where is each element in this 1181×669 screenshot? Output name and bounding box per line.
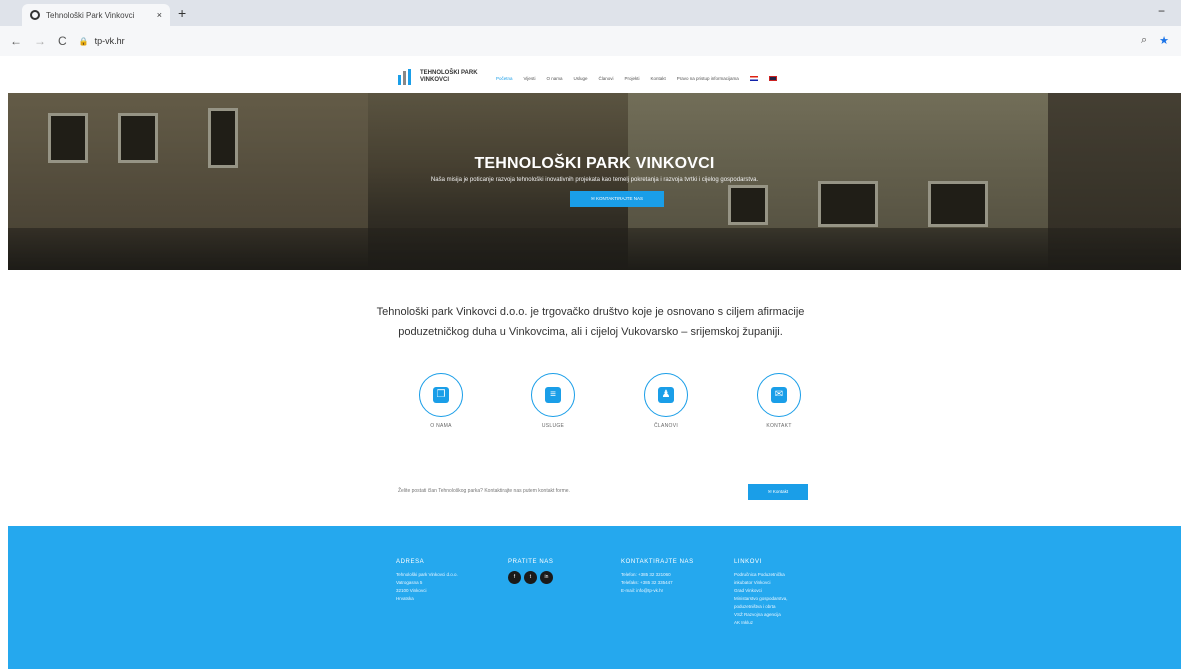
site-logo[interactable]: TEHNOLOŠKI PARK VINKOVCI bbox=[398, 69, 478, 85]
nav-item-kontakt[interactable]: Kontakt bbox=[651, 76, 666, 81]
footer-links: LINKOVI Područnica Poduzetnička inkubato… bbox=[734, 559, 788, 627]
footer-link[interactable]: Ministarstvo gospodarstva, bbox=[734, 595, 788, 603]
address-toolbar: ← → C 🔒 tp-vk.hr ⌕ ★ bbox=[0, 26, 1181, 56]
nav-item-usluge[interactable]: Usluge bbox=[573, 76, 587, 81]
facebook-icon[interactable]: f bbox=[508, 571, 521, 584]
feature-kontakt[interactable]: ✉ KONTAKT bbox=[739, 373, 819, 429]
feature-clanovi[interactable]: ♟ ČLANOVI bbox=[626, 373, 706, 429]
membership-contact-button[interactable]: ✉ Kontakt bbox=[748, 484, 808, 500]
footer-follow: PRATITE NAS f t in bbox=[508, 559, 554, 584]
hero-mission: Naša misija je poticanje razvoja tehnolo… bbox=[430, 177, 759, 183]
hero-title: TEHNOLOŠKI PARK VINKOVCI bbox=[474, 155, 715, 172]
intro-text: Tehnološki park Vinkovci d.o.o. je trgov… bbox=[0, 302, 1181, 342]
address-line: Hrvatska bbox=[396, 596, 414, 601]
browser-window: Tehnološki Park Vinkovci × + − ← → C 🔒 t… bbox=[0, 0, 1181, 669]
linkedin-icon[interactable]: in bbox=[540, 571, 553, 584]
minimize-button[interactable]: − bbox=[1158, 4, 1165, 18]
english-flag-icon[interactable] bbox=[768, 76, 777, 81]
site-footer: ADRESA Tehnološki park Vinkovci d.o.o. V… bbox=[8, 526, 1181, 669]
tab-title: Tehnološki Park Vinkovci bbox=[46, 10, 135, 20]
contact-email[interactable]: E-mail: info@tp-vk.hr bbox=[621, 587, 694, 595]
nav-item-pocetna[interactable]: Početna bbox=[496, 76, 513, 81]
tab-strip: Tehnološki Park Vinkovci × + − bbox=[0, 0, 1181, 26]
forward-button[interactable]: → bbox=[34, 34, 46, 48]
document-icon: ≡ bbox=[545, 387, 561, 403]
lock-icon: 🔒 bbox=[78, 36, 89, 46]
logo-line-1: TEHNOLOŠKI PARK bbox=[420, 70, 478, 76]
address-line: Vatrogasna 5 bbox=[396, 580, 423, 585]
footer-address: ADRESA Tehnološki park Vinkovci d.o.o. V… bbox=[396, 559, 458, 603]
back-button[interactable]: ← bbox=[10, 34, 22, 48]
footer-link[interactable]: Grad Vinkovci bbox=[734, 587, 788, 595]
feature-label: ČLANOVI bbox=[653, 423, 679, 429]
feature-o-nama[interactable]: ❐ O NAMA bbox=[401, 373, 481, 429]
address-bar[interactable]: 🔒 tp-vk.hr bbox=[79, 36, 125, 46]
feature-label: KONTAKT bbox=[766, 423, 792, 429]
logo-mark-icon bbox=[398, 69, 416, 85]
nav-item-vijesti[interactable]: Vijesti bbox=[524, 76, 536, 81]
logo-line-2: VINKOVCI bbox=[420, 77, 450, 83]
footer-links-heading: LINKOVI bbox=[734, 559, 762, 565]
main-nav: Početna Vijesti O nama Usluge Članovi Pr… bbox=[496, 76, 777, 81]
browser-tab[interactable]: Tehnološki Park Vinkovci × bbox=[22, 4, 170, 26]
close-tab-icon[interactable]: × bbox=[157, 10, 162, 20]
footer-address-heading: ADRESA bbox=[396, 559, 425, 565]
intro-line-1: Tehnološki park Vinkovci d.o.o. je trgov… bbox=[376, 306, 805, 318]
contact-phone: Telefon: +385 32 321060 bbox=[621, 572, 671, 577]
intro-line-2: poduzetničkog duha u Vinkovcima, ali i c… bbox=[398, 326, 783, 338]
site-header: TEHNOLOŠKI PARK VINKOVCI Početna Vijesti… bbox=[0, 56, 1181, 96]
address-line: Tehnološki park Vinkovci d.o.o. bbox=[396, 572, 458, 577]
hero-banner: TEHNOLOŠKI PARK VINKOVCI Naša misija je … bbox=[8, 93, 1181, 270]
address-line: 32100 Vinkovci bbox=[396, 588, 427, 593]
contact-us-button[interactable]: ✉ KONTAKTIRAJTE NAS bbox=[570, 191, 664, 207]
footer-link[interactable]: inkubator Vinkovci bbox=[734, 579, 788, 587]
footer-link[interactable]: poduzetništva i obrta bbox=[734, 603, 788, 611]
contact-fax: Telefaks: +385 32 335447 bbox=[621, 580, 673, 585]
croatian-flag-icon[interactable] bbox=[749, 76, 758, 81]
envelope-icon: ✉ bbox=[771, 387, 787, 403]
globe-icon bbox=[30, 10, 40, 20]
nav-item-pravo[interactable]: Pravo na pristup informacijama bbox=[677, 76, 739, 81]
zoom-icon[interactable]: ⌕ bbox=[1141, 34, 1147, 47]
bookmark-star-icon[interactable]: ★ bbox=[1159, 34, 1169, 47]
footer-follow-heading: PRATITE NAS bbox=[508, 559, 554, 565]
nav-item-clanovi[interactable]: Članovi bbox=[598, 76, 613, 81]
feature-label: USLUGE bbox=[541, 423, 565, 429]
footer-link[interactable]: Područnica Poduzetnička bbox=[734, 571, 788, 579]
nav-item-o-nama[interactable]: O nama bbox=[546, 76, 562, 81]
nav-item-projekti[interactable]: Projekti bbox=[625, 76, 640, 81]
footer-link[interactable]: AK Inkluz bbox=[734, 619, 788, 627]
feature-label: O NAMA bbox=[430, 423, 452, 429]
new-tab-button[interactable]: + bbox=[178, 5, 186, 21]
chat-icon: ❐ bbox=[433, 387, 449, 403]
feature-usluge[interactable]: ≡ USLUGE bbox=[513, 373, 593, 429]
url-text: tp-vk.hr bbox=[94, 36, 125, 46]
twitter-icon[interactable]: t bbox=[524, 571, 537, 584]
users-icon: ♟ bbox=[658, 387, 674, 403]
footer-contact: KONTAKTIRAJTE NAS Telefon: +385 32 32106… bbox=[621, 559, 694, 595]
reload-button[interactable]: C bbox=[58, 34, 67, 48]
footer-link[interactable]: VSŽ Razvojna agencija bbox=[734, 611, 788, 619]
membership-text: Želite postati član Tehnološkog parka? K… bbox=[398, 488, 570, 494]
footer-contact-heading: KONTAKTIRAJTE NAS bbox=[621, 559, 694, 565]
